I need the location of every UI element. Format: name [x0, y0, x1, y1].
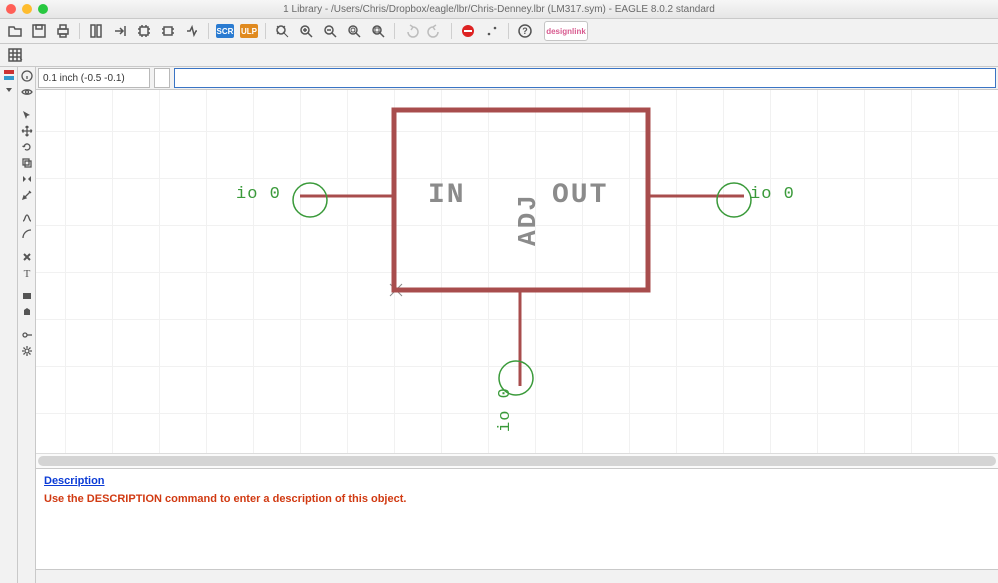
zoom-select-button[interactable]	[367, 21, 389, 41]
info-tool[interactable]	[19, 68, 34, 83]
zoom-out-button[interactable]	[319, 21, 341, 41]
symbol-button[interactable]	[181, 21, 203, 41]
zoom-window-button[interactable]	[38, 4, 48, 14]
select-tool[interactable]	[19, 107, 34, 122]
layers-dropdown-icon[interactable]	[1, 82, 16, 97]
go-button[interactable]	[481, 21, 503, 41]
svg-text:T: T	[23, 268, 30, 279]
zoom-in-button[interactable]	[295, 21, 317, 41]
main-area: 0.1 inch (-0.5 -0.1)	[36, 67, 998, 583]
device-button[interactable]	[133, 21, 155, 41]
library-button[interactable]	[85, 21, 107, 41]
body-in-text: IN	[428, 180, 466, 211]
layers-button[interactable]	[1, 67, 16, 82]
redo-button[interactable]	[424, 21, 446, 41]
help-button[interactable]: ?	[514, 21, 536, 41]
wire-tool[interactable]	[19, 210, 34, 225]
grid-toolbar	[0, 44, 998, 67]
package-button[interactable]	[157, 21, 179, 41]
polygon-tool[interactable]	[19, 304, 34, 319]
grid-button[interactable]	[4, 45, 26, 65]
pin-tool[interactable]	[19, 327, 34, 342]
text-tool[interactable]: T	[19, 265, 34, 280]
main-toolbar: SCR ULP ? designlink	[0, 19, 998, 44]
open-button[interactable]	[4, 21, 26, 41]
move-tool[interactable]	[19, 123, 34, 138]
undo-button[interactable]	[400, 21, 422, 41]
stop-button[interactable]	[457, 21, 479, 41]
minimize-window-button[interactable]	[22, 4, 32, 14]
canvas[interactable]: io 0 io 0 io 0 IN OUT ADJ	[36, 90, 998, 453]
zoom-fit-button[interactable]	[271, 21, 293, 41]
pin-in-label: io 0	[236, 185, 281, 204]
description-heading-link[interactable]: Description	[44, 475, 105, 487]
body-adj-text: ADJ	[513, 193, 543, 246]
scrollbar-thumb[interactable]	[38, 456, 996, 466]
window-traffic-lights	[6, 4, 48, 14]
tool-palette: T	[18, 67, 36, 583]
titlebar: 1 Library - /Users/Chris/Dropbox/eagle/l…	[0, 0, 998, 19]
command-input[interactable]	[174, 68, 996, 88]
settings-tool[interactable]	[19, 343, 34, 358]
save-button[interactable]	[28, 21, 50, 41]
designlink-button[interactable]: designlink	[544, 21, 588, 41]
close-window-button[interactable]	[6, 4, 16, 14]
coord-row: 0.1 inch (-0.5 -0.1)	[36, 67, 998, 90]
delete-tool[interactable]	[19, 249, 34, 264]
copy-tool[interactable]	[19, 155, 34, 170]
coord-small-box[interactable]	[154, 68, 170, 88]
rotate-tool[interactable]	[19, 139, 34, 154]
mirror-tool[interactable]	[19, 171, 34, 186]
layer-column	[0, 67, 18, 583]
schematic-drawing	[36, 90, 998, 450]
coord-display[interactable]: 0.1 inch (-0.5 -0.1)	[38, 68, 150, 88]
rect-tool[interactable]	[19, 288, 34, 303]
properties-tool[interactable]	[19, 187, 34, 202]
scr-button[interactable]: SCR	[214, 21, 236, 41]
zoom-redraw-button[interactable]	[343, 21, 365, 41]
pin-out-label: io 0	[750, 185, 795, 204]
svg-text:?: ?	[522, 26, 528, 36]
description-message: Use the DESCRIPTION command to enter a d…	[44, 493, 990, 505]
export-button[interactable]	[109, 21, 131, 41]
print-button[interactable]	[52, 21, 74, 41]
arc-tool[interactable]	[19, 226, 34, 241]
ulp-button[interactable]: ULP	[238, 21, 260, 41]
body-out-text: OUT	[552, 180, 608, 211]
description-panel: Description Use the DESCRIPTION command …	[36, 468, 998, 569]
horizontal-scrollbar[interactable]	[36, 453, 998, 468]
show-tool[interactable]	[19, 84, 34, 99]
pin-adj-label: io 0	[496, 387, 515, 432]
status-bar	[36, 569, 998, 583]
window-title: 1 Library - /Users/Chris/Dropbox/eagle/l…	[0, 4, 998, 15]
